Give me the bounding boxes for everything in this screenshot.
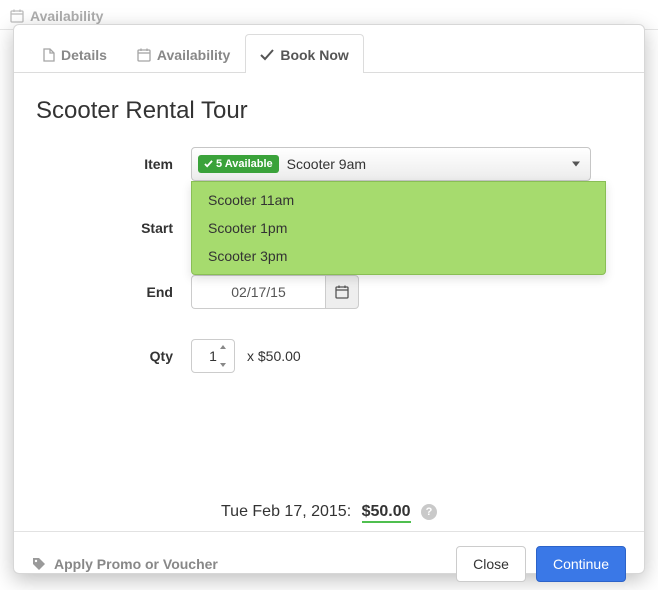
item-dropdown: Scooter 11am Scooter 1pm Scooter 3pm (191, 181, 606, 275)
item-label: Item (36, 147, 191, 181)
unit-price: x $50.00 (247, 348, 301, 364)
apply-promo-label: Apply Promo or Voucher (54, 556, 218, 572)
item-option[interactable]: Scooter 1pm (192, 214, 605, 242)
tag-icon (32, 557, 46, 571)
close-button[interactable]: Close (456, 546, 526, 582)
start-label: Start (36, 211, 191, 245)
continue-button[interactable]: Continue (536, 546, 626, 582)
summary-total: $50.00 (362, 503, 411, 523)
calendar-button[interactable] (325, 275, 359, 309)
calendar-icon (335, 285, 349, 299)
apply-promo-link[interactable]: Apply Promo or Voucher (32, 556, 218, 572)
chevron-down-icon (572, 162, 580, 167)
tab-availability[interactable]: Availability (122, 34, 245, 73)
tab-availability-label: Availability (157, 47, 230, 63)
calendar-icon (137, 48, 151, 62)
qty-label: Qty (36, 339, 191, 373)
check-icon (204, 160, 213, 168)
booking-modal: Details Availability Book Now Scooter Re… (13, 24, 645, 574)
tab-book-now-label: Book Now (280, 47, 348, 63)
summary-date: Tue Feb 17, 2015: (221, 503, 351, 520)
item-option[interactable]: Scooter 3pm (192, 242, 605, 270)
background-availability-tab: Availability (10, 8, 103, 24)
tab-details-label: Details (61, 47, 107, 63)
background-availability-label: Availability (30, 8, 103, 24)
item-selected-text: Scooter 9am (287, 156, 366, 172)
end-label: End (36, 275, 191, 309)
file-icon (43, 48, 55, 62)
end-date-input[interactable]: 02/17/15 (191, 275, 359, 309)
item-select[interactable]: 5 Available Scooter 9am (191, 147, 591, 181)
availability-badge: 5 Available (198, 155, 279, 173)
help-icon[interactable]: ? (421, 504, 437, 520)
modal-footer: Apply Promo or Voucher Close Continue (14, 531, 644, 590)
tab-details[interactable]: Details (28, 34, 122, 73)
qty-stepper[interactable] (220, 345, 230, 367)
price-summary: Tue Feb 17, 2015: $50.00 ? (36, 503, 622, 521)
item-option[interactable]: Scooter 11am (192, 186, 605, 214)
page-title: Scooter Rental Tour (36, 97, 622, 125)
chevron-down-icon (220, 363, 226, 367)
qty-value: 1 (209, 348, 217, 364)
qty-input[interactable]: 1 (191, 339, 235, 373)
chevron-up-icon (220, 345, 226, 349)
check-icon (260, 49, 274, 61)
end-date-value: 02/17/15 (191, 275, 325, 309)
tab-book-now[interactable]: Book Now (245, 34, 363, 73)
calendar-icon (10, 9, 24, 23)
availability-badge-text: 5 Available (216, 158, 273, 170)
tab-bar: Details Availability Book Now (14, 25, 644, 73)
